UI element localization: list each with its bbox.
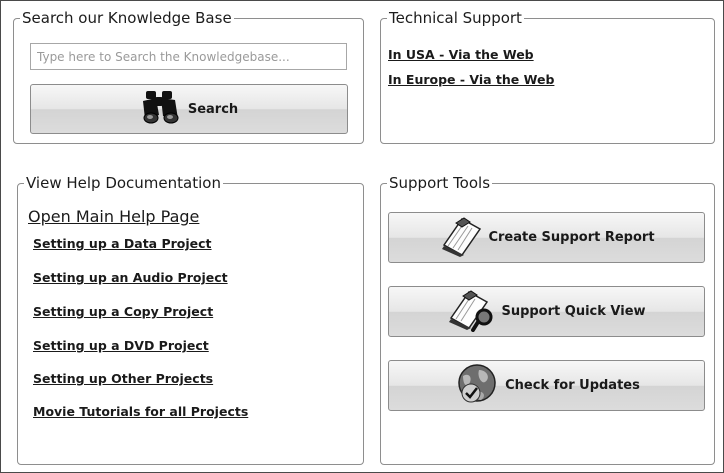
link-dvd-project[interactable]: Setting up a DVD Project <box>33 338 209 353</box>
link-support-europe[interactable]: In Europe - Via the Web <box>388 72 554 87</box>
support-quick-view-label: Support Quick View <box>501 304 646 319</box>
binoculars-icon <box>140 89 184 129</box>
search-group-legend: Search our Knowledge Base <box>22 9 232 27</box>
link-movie-tutorials[interactable]: Movie Tutorials for all Projects <box>33 404 248 419</box>
link-support-usa[interactable]: In USA - Via the Web <box>388 47 534 62</box>
support-tools-legend: Support Tools <box>389 174 491 192</box>
link-copy-project[interactable]: Setting up a Copy Project <box>33 304 213 319</box>
help-docs-legend: View Help Documentation <box>26 174 221 192</box>
check-for-updates-button[interactable]: Check for Updates <box>388 360 705 411</box>
create-support-report-button[interactable]: Create Support Report <box>388 212 705 263</box>
support-quick-view-button[interactable]: Support Quick View <box>388 286 705 337</box>
notepad-icon <box>438 215 484 261</box>
tech-support-legend: Technical Support <box>389 9 522 27</box>
link-audio-project[interactable]: Setting up an Audio Project <box>33 270 228 285</box>
link-other-projects[interactable]: Setting up Other Projects <box>33 371 213 386</box>
link-main-help-page[interactable]: Open Main Help Page <box>28 207 199 226</box>
notepad-magnifier-icon <box>447 288 497 336</box>
search-button[interactable]: Search <box>30 84 348 134</box>
check-for-updates-label: Check for Updates <box>505 378 640 393</box>
search-input[interactable] <box>30 43 347 70</box>
link-data-project[interactable]: Setting up a Data Project <box>33 236 212 251</box>
create-support-report-label: Create Support Report <box>488 230 655 245</box>
globe-check-icon <box>453 362 501 410</box>
search-button-label: Search <box>187 101 239 117</box>
